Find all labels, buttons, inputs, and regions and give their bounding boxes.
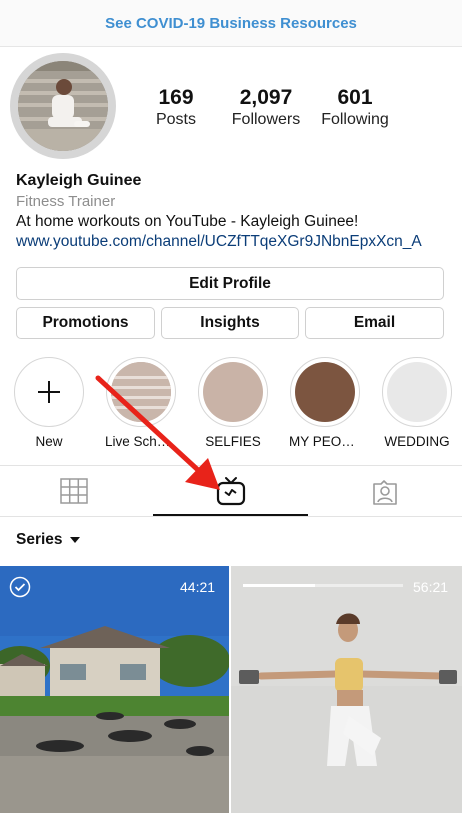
workout-indoor-image [231,566,462,813]
highlight-my-people[interactable]: MY PEOPLE [289,357,361,449]
workout-outdoor-image [0,566,229,813]
posts-count: 169 [158,86,194,109]
highlight-new-circle [14,357,84,427]
highlight-label: New [35,434,63,449]
red-arrow-annotation [95,375,220,490]
avatar[interactable] [18,61,108,151]
highlight-label: MY PEOPLE [289,434,361,449]
video-duration-1: 44:21 [180,579,216,595]
promotions-button[interactable]: Promotions [16,307,155,339]
video-progress-fill [243,584,315,587]
series-dropdown[interactable]: Series [16,531,81,549]
tab-tagged[interactable] [371,478,399,511]
tab-grid[interactable] [60,478,88,509]
series-label: Series [16,531,63,548]
edit-profile-button[interactable]: Edit Profile [16,267,444,300]
tabs-top-divider [0,465,462,466]
grid-icon [60,478,88,504]
following-label: Following [321,111,389,128]
video-duration-2: 56:21 [413,579,449,595]
plus-icon [38,381,60,403]
covid-resources-banner[interactable]: See COVID-19 Business Resources [0,0,462,47]
tabs-bottom-divider [0,516,462,517]
posts-stat[interactable]: 169 Posts [124,86,228,129]
posts-label: Posts [155,111,196,128]
highlight-new[interactable]: New [13,357,85,449]
avatar-photo [18,61,108,151]
selected-check-icon [9,576,31,598]
video-thumbnail-1[interactable] [0,566,229,813]
highlight-wedding[interactable]: WEDDING [381,357,453,449]
following-stat[interactable]: 601 Following [303,86,407,129]
video-thumbnail-2[interactable] [231,566,462,813]
tagged-icon [373,480,397,505]
profile-category: Fitness Trainer [16,193,116,210]
profile-name: Kayleigh Guinee [16,172,142,189]
highlight-label: WEDDING [384,434,450,449]
email-button[interactable]: Email [305,307,444,339]
following-count: 601 [337,86,373,109]
insights-button[interactable]: Insights [161,307,299,339]
highlight-circle [290,357,360,427]
profile-link[interactable]: www.youtube.com/channel/UCZfTTqeXGr9JNbn… [16,233,422,251]
highlight-circle [382,357,452,427]
covid-banner-text: See COVID-19 Business Resources [105,14,357,32]
caret-down-icon [69,537,80,543]
highlight-cover [295,362,355,422]
profile-bio: At home workouts on YouTube - Kayleigh G… [16,213,359,230]
highlight-cover [387,362,447,422]
